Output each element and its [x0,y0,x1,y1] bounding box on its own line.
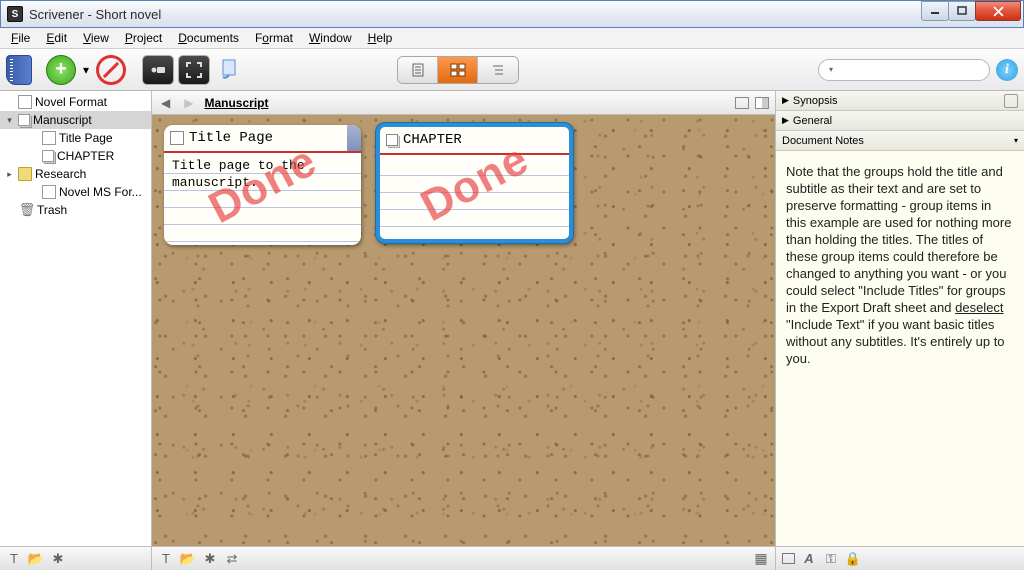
inspector-panel: ▶Synopsis ▶General Document Notes▾ Note … [776,91,1024,546]
window-titlebar: S Scrivener - Short novel [0,0,1024,28]
index-card-title-page[interactable]: Title Page Title page to the manuscript.… [164,125,361,245]
folder-icon [18,167,32,181]
search-input[interactable] [837,63,992,77]
editor-panel: ◀ ▶ Manuscript Title Page Title page to … [152,91,776,546]
menu-help[interactable]: Help [361,29,400,47]
app-icon: S [7,6,23,22]
view-mode-document[interactable] [398,57,438,83]
binder-item-manuscript[interactable]: ▾Manuscript [0,111,151,129]
menu-window[interactable]: Window [302,29,359,47]
footer-editor-grid-icon[interactable] [753,551,769,567]
menu-documents[interactable]: Documents [171,29,246,47]
synopsis-options-icon[interactable] [1004,94,1018,108]
doc-icon [42,131,56,145]
inspector-section-document-notes[interactable]: Document Notes▾ [776,131,1024,151]
breadcrumb[interactable]: Manuscript [204,96,268,110]
card-title: Title Page [189,130,273,146]
add-button[interactable]: + [46,55,76,85]
stack-icon [18,114,30,126]
card-title: CHAPTER [403,132,462,148]
disclosure-icon: ▶ [782,95,789,106]
footer-editor-text-icon[interactable]: T [158,551,174,567]
view-mode-outliner[interactable] [478,57,518,83]
fullscreen-button[interactable] [178,55,210,85]
nav-forward-button[interactable]: ▶ [181,96,196,110]
binder-item-chapter[interactable]: CHAPTER [0,147,151,165]
trash-button[interactable] [96,55,126,85]
chevron-down-icon[interactable]: ▾ [1014,136,1018,145]
doc-icon [42,185,56,199]
binder-panel: Novel Format ▾Manuscript Title Page CHAP… [0,91,152,546]
footer-insp-bookmark-icon[interactable]: A [801,551,817,567]
editor-header: ◀ ▶ Manuscript [152,91,775,115]
footer-editor-folder-icon[interactable]: 📂 [180,551,196,567]
binder-item-novel-ms[interactable]: Novel MS For... [0,183,151,201]
index-card-chapter[interactable]: CHAPTER Done [376,123,573,243]
binder-item-research[interactable]: ▸Research [0,165,151,183]
footer-insp-lock-icon[interactable]: 🔒 [845,551,861,567]
view-mode-corkboard[interactable] [438,57,478,83]
card-synopsis: Title page to the manuscript. [172,158,305,190]
stack-icon [386,134,398,146]
window-maximize-button[interactable] [948,1,976,21]
window-close-button[interactable] [975,1,1021,21]
footer-insp-key-icon[interactable]: ⚿ [823,551,839,567]
keywords-button[interactable] [142,55,174,85]
add-dropdown[interactable]: ▾ [80,55,92,85]
menu-edit[interactable]: Edit [39,29,74,47]
search-dropdown-icon[interactable]: ▾ [829,65,833,74]
inspector-toggle-button[interactable]: i [996,59,1018,81]
inspector-section-general[interactable]: ▶General [776,111,1024,131]
footer-binder-gear-icon[interactable] [50,551,66,567]
binder-item-title-page[interactable]: Title Page [0,129,151,147]
layout-split-icon[interactable] [755,97,769,109]
footer-editor-gear-icon[interactable] [202,551,218,567]
quickref-button[interactable] [214,55,246,85]
document-notes-text[interactable]: Note that the groups hold the title and … [776,151,1024,546]
menu-format[interactable]: Format [248,29,300,47]
layout-single-icon[interactable] [735,97,749,109]
toolbar: + ▾ ▾ i [0,49,1024,91]
window-minimize-button[interactable] [921,1,949,21]
nav-back-button[interactable]: ◀ [158,96,173,110]
binder-toggle-button[interactable] [6,55,32,85]
disclosure-icon[interactable]: ▾ [4,115,15,126]
menu-view[interactable]: View [76,29,116,47]
footer-bar: T 📂 T 📂 ⇄ A ⚿ 🔒 [0,546,1024,570]
menu-bar: File Edit View Project Documents Format … [0,28,1024,49]
search-box[interactable]: ▾ [818,59,990,81]
menu-project[interactable]: Project [118,29,169,47]
trash-icon: 🗑 [20,203,34,217]
doc-icon [18,95,32,109]
menu-file[interactable]: File [4,29,37,47]
inspector-section-synopsis[interactable]: ▶Synopsis [776,91,1024,111]
view-mode-segmented [397,56,519,84]
footer-binder-folder-icon[interactable]: 📂 [28,551,44,567]
disclosure-icon: ▶ [782,115,789,126]
footer-insp-notes-icon[interactable] [782,553,795,564]
window-title: Scrivener - Short novel [29,7,922,22]
binder-item-novel-format[interactable]: Novel Format [0,93,151,111]
binder-item-trash[interactable]: 🗑Trash [0,201,151,219]
footer-binder-text-icon[interactable]: T [6,551,22,567]
corkboard[interactable]: Title Page Title page to the manuscript.… [152,115,775,546]
disclosure-icon[interactable]: ▸ [4,169,15,180]
stack-icon [42,150,54,162]
footer-editor-arrows-icon[interactable]: ⇄ [224,551,240,567]
doc-icon [170,131,184,145]
